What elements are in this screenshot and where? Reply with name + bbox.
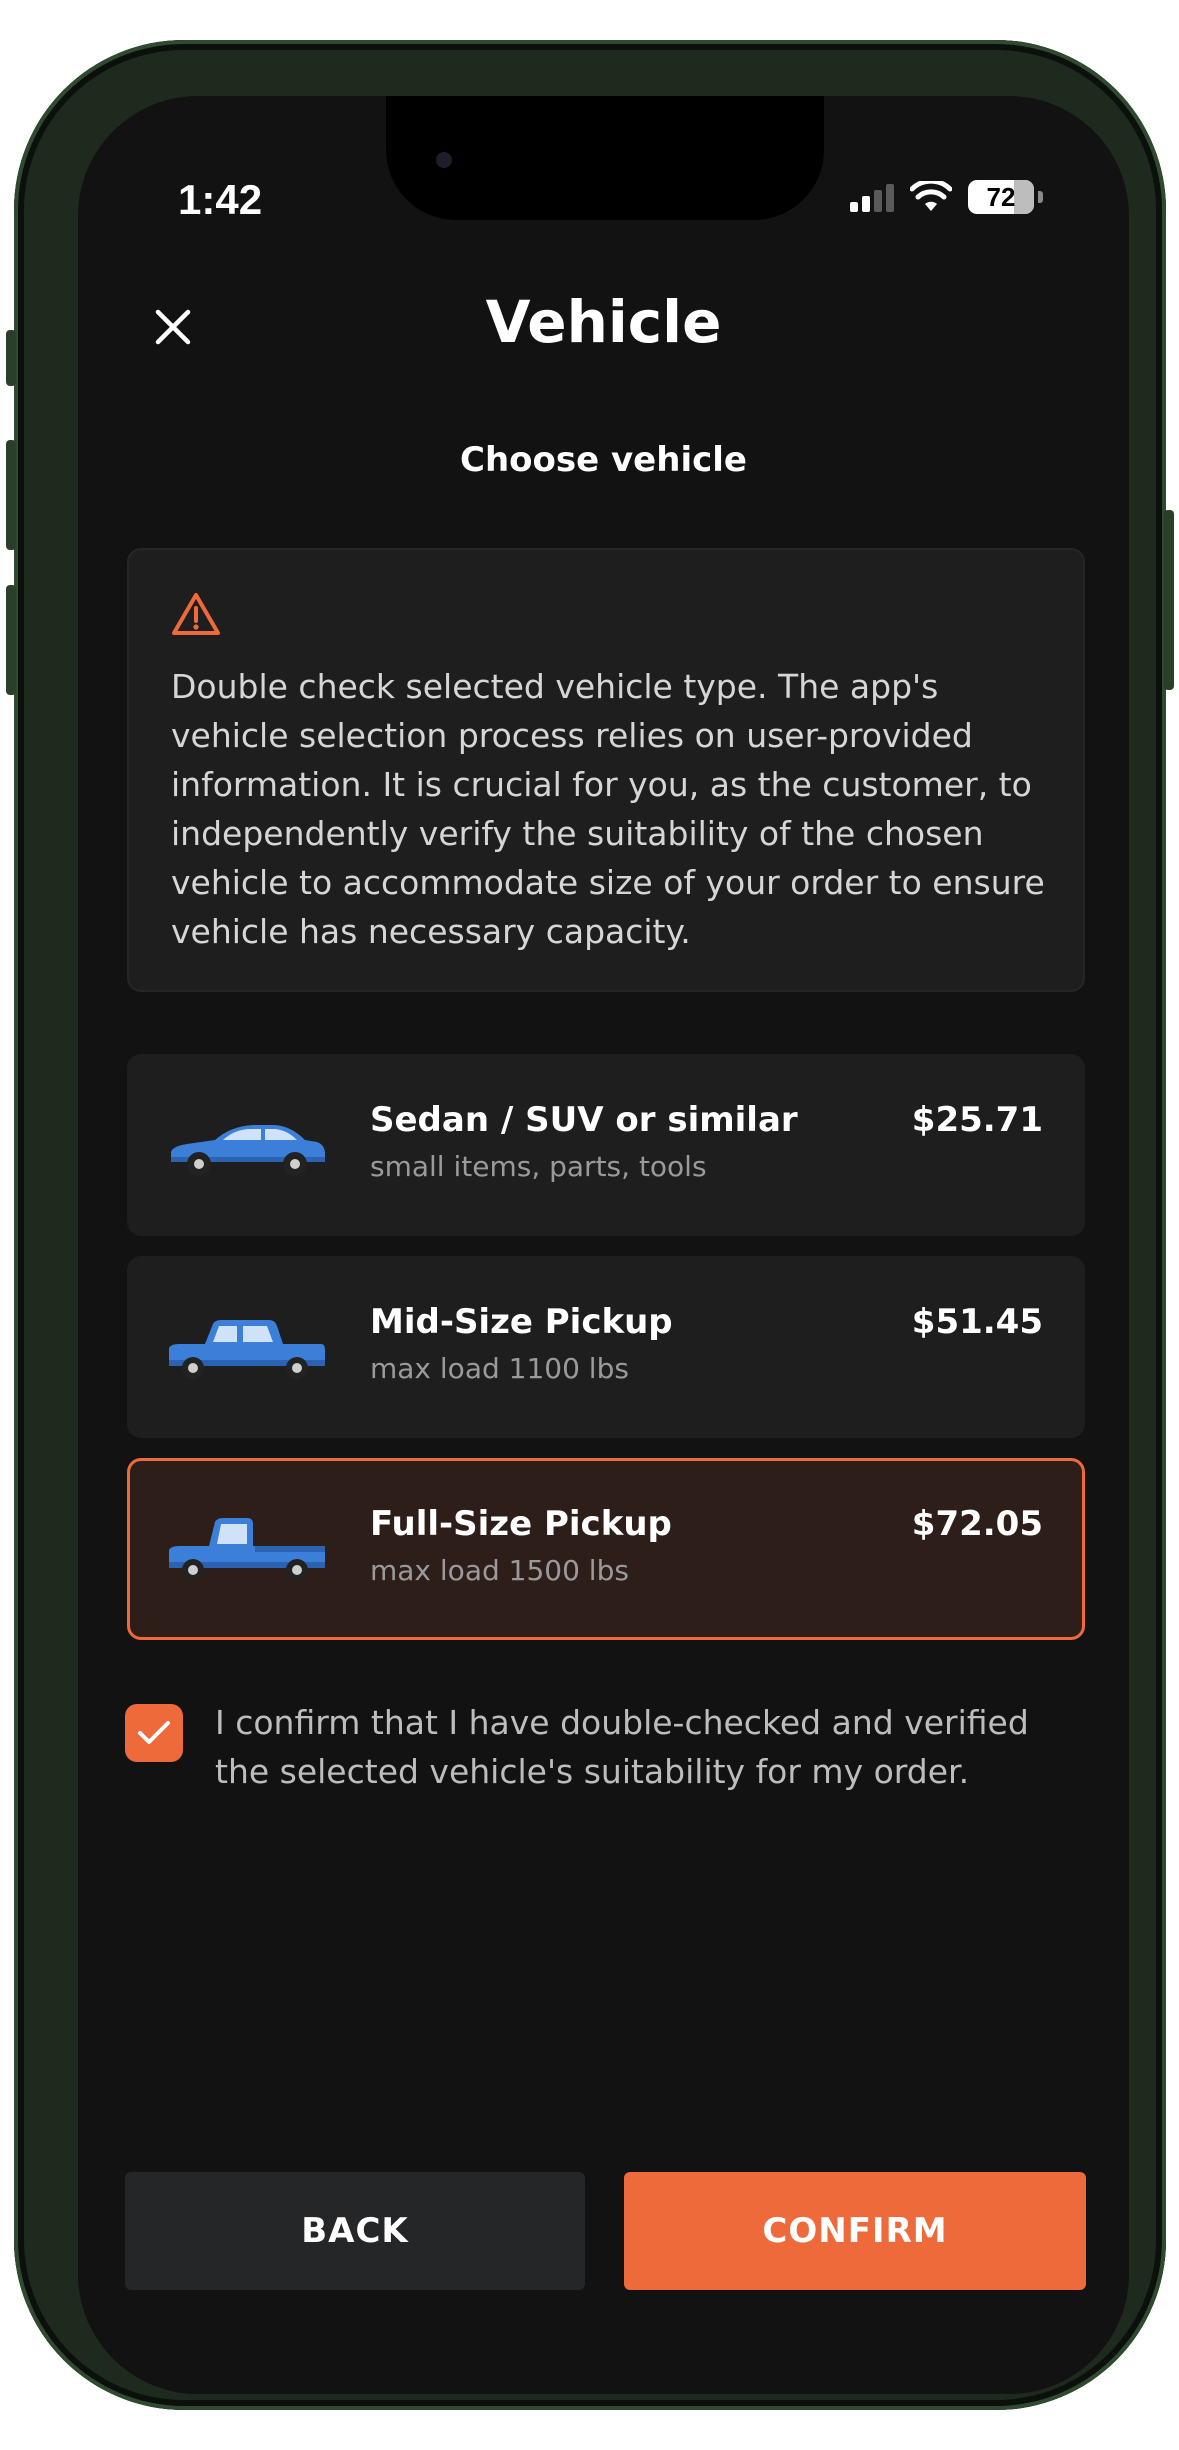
page-title: Vehicle	[485, 288, 722, 356]
wifi-icon	[910, 181, 952, 211]
battery-tip	[1038, 191, 1043, 203]
confirm-button[interactable]: CONFIRM	[624, 2172, 1086, 2290]
volume-up-button	[6, 440, 16, 550]
sedan-icon	[171, 1125, 325, 1176]
status-icons: 72	[850, 180, 1043, 214]
vehicle-option-sedan[interactable]: Sedan / SUV or similar small items, part…	[127, 1054, 1085, 1236]
vehicle-price: $72.05	[911, 1504, 1043, 1544]
phone-frame: 1:42 72 Vehicle Choose vehicle Double ch…	[6, 40, 1174, 2410]
back-button[interactable]: BACK	[125, 2172, 585, 2290]
vehicle-description: small items, parts, tools	[370, 1150, 707, 1183]
vehicle-name: Mid-Size Pickup	[370, 1302, 673, 1342]
signal-icon	[850, 182, 894, 212]
section-subtitle: Choose vehicle	[460, 440, 747, 480]
vehicle-price: $25.71	[911, 1100, 1043, 1140]
volume-down-button	[6, 585, 16, 695]
app-screen: 1:42 72 Vehicle Choose vehicle Double ch…	[78, 96, 1129, 2394]
battery-icon: 72	[968, 180, 1034, 214]
fullsize-pickup-icon	[169, 1518, 325, 1581]
confirm-checkbox[interactable]	[125, 1704, 183, 1762]
vehicle-price: $51.45	[911, 1302, 1043, 1342]
vehicle-description: max load 1100 lbs	[370, 1352, 629, 1385]
power-button	[1164, 510, 1174, 690]
vehicle-option-midsize-pickup[interactable]: Mid-Size Pickup max load 1100 lbs $51.45	[127, 1256, 1085, 1438]
status-time: 1:42	[178, 176, 263, 223]
vehicle-description: max load 1500 lbs	[370, 1554, 629, 1587]
checkmark-icon	[138, 1721, 170, 1744]
warning-triangle-icon	[172, 593, 220, 635]
silent-switch	[6, 330, 16, 386]
vehicle-name: Full-Size Pickup	[370, 1504, 672, 1544]
warning-text: Double check selected vehicle type. The …	[171, 667, 1045, 951]
warning-card: Double check selected vehicle type. The …	[127, 548, 1085, 992]
vehicle-name: Sedan / SUV or similar	[370, 1100, 798, 1140]
midsize-pickup-icon	[169, 1320, 325, 1379]
vehicle-option-fullsize-pickup[interactable]: Full-Size Pickup max load 1500 lbs $72.0…	[127, 1458, 1085, 1640]
confirmation-text: I confirm that I have double-checked and…	[215, 1703, 1029, 1791]
battery-level: 72	[986, 181, 1016, 212]
camera-icon	[436, 152, 452, 168]
